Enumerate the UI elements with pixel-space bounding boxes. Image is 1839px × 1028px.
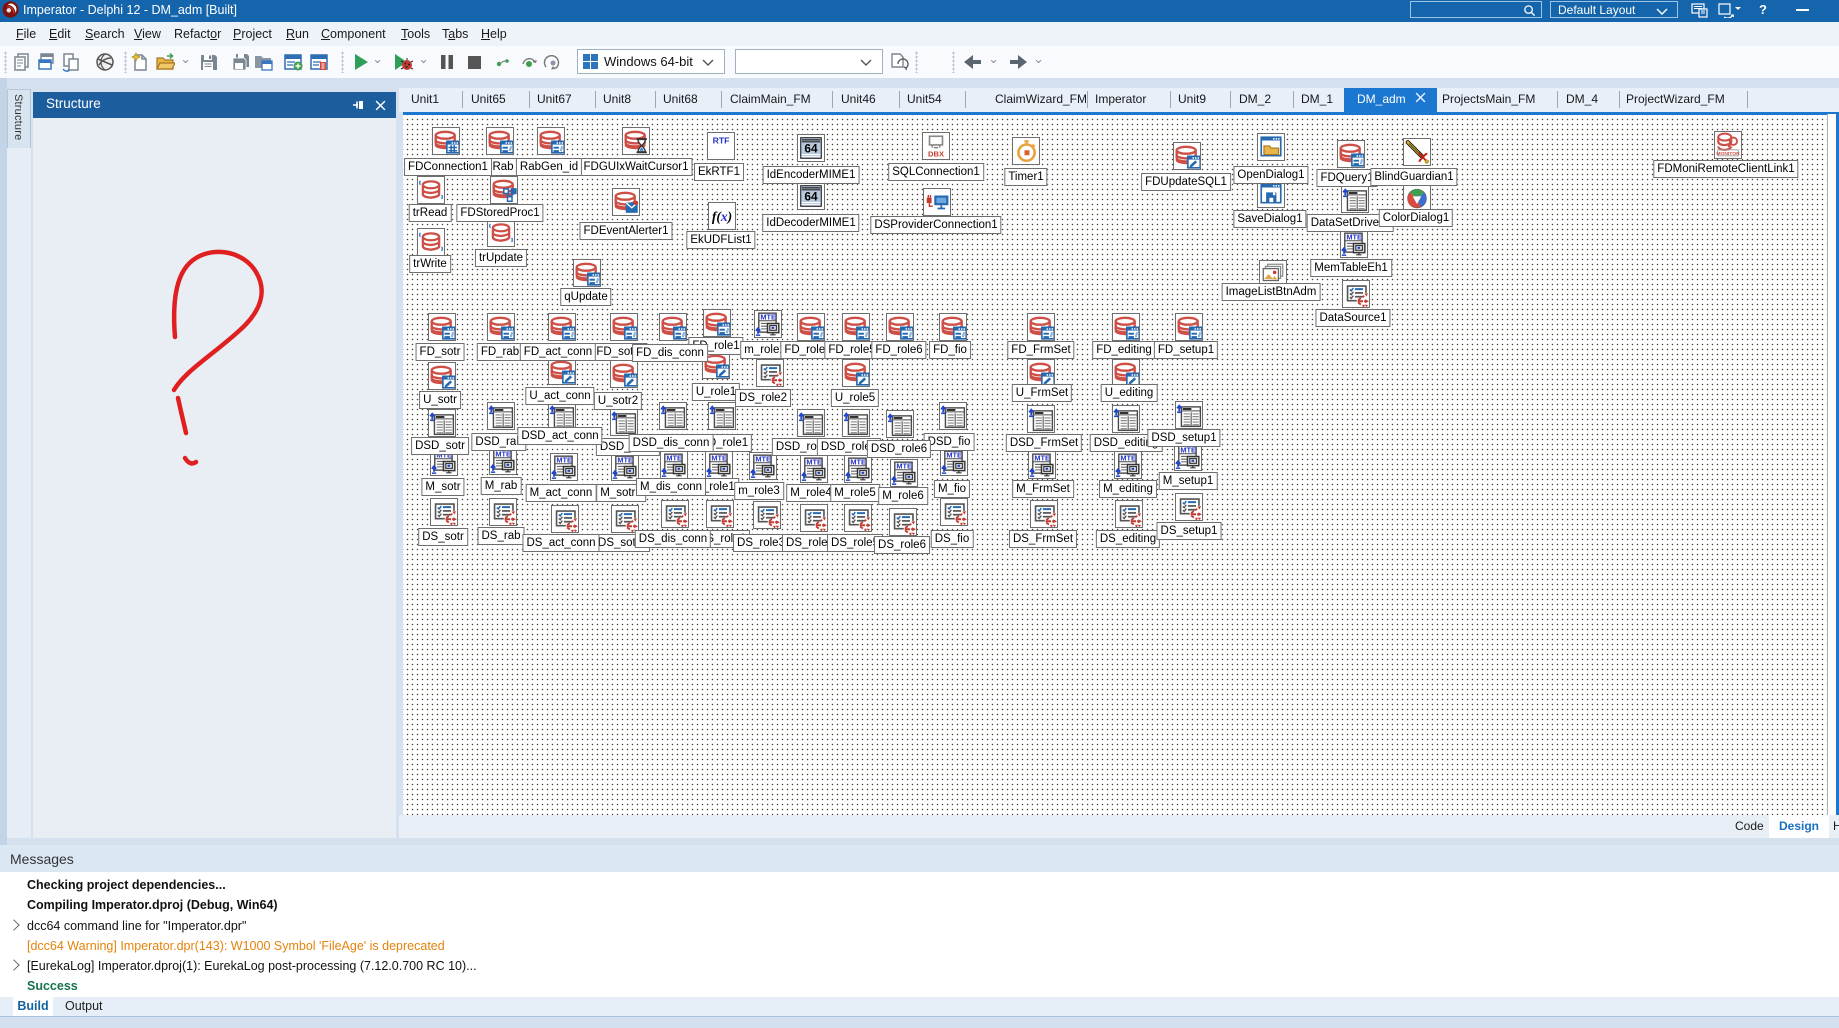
svg-text:f(x): f(x)	[712, 209, 732, 225]
svg-text:64: 64	[804, 141, 818, 155]
svg-text:DBX: DBX	[928, 149, 944, 158]
svg-text:64: 64	[804, 189, 818, 203]
svg-text:RTF: RTF	[713, 135, 730, 145]
svg-text:MONITOR: MONITOR	[1716, 151, 1740, 157]
